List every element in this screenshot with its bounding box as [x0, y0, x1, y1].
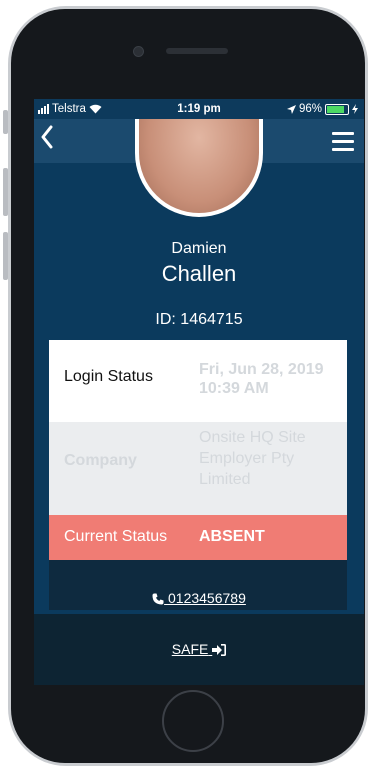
- company-row: Company Onsite HQ Site Employer Pty Limi…: [49, 422, 347, 515]
- last-name: Challen: [161, 261, 237, 286]
- first-name: Damien: [171, 240, 227, 257]
- phone-icon: [152, 593, 164, 605]
- phone-link[interactable]: 0123456789: [34, 590, 364, 606]
- battery-percent: 96%: [298, 103, 322, 115]
- volume-down-button: [3, 232, 8, 280]
- location-arrow-icon: [286, 104, 296, 114]
- status-right: 96%: [286, 103, 358, 115]
- earpiece-speaker: [166, 48, 228, 54]
- charging-bolt-icon: [352, 104, 358, 114]
- login-status-label: Login Status: [64, 368, 153, 385]
- login-status-row: Login Status Fri, Jun 28, 2019 10:39 AM: [49, 340, 347, 422]
- safe-button[interactable]: SAFE: [34, 641, 364, 657]
- phone-number: 0123456789: [168, 590, 246, 606]
- status-card: Login Status Fri, Jun 28, 2019 10:39 AM …: [49, 340, 347, 560]
- employee-id: ID: 1464715: [155, 311, 243, 328]
- sign-in-icon: [212, 644, 227, 656]
- safe-label: SAFE: [171, 641, 209, 657]
- profile-content: Damien Challen ID: 1464715 Login Status …: [34, 119, 364, 685]
- company-label: Company: [64, 452, 137, 469]
- status-bar: Telstra 1:19 pm 96%: [34, 99, 364, 119]
- mute-switch: [3, 110, 8, 134]
- avatar: [135, 119, 263, 217]
- battery-icon: [325, 103, 349, 115]
- volume-up-button: [3, 168, 8, 216]
- hamburger-menu-icon[interactable]: [332, 132, 354, 156]
- app-screen: Telstra 1:19 pm 96% Profile Damien Chall…: [34, 99, 364, 685]
- current-status-value: ABSENT: [199, 528, 265, 545]
- profile-photo: [139, 119, 259, 213]
- current-status-row: Current Status ABSENT: [49, 515, 347, 560]
- home-button[interactable]: [162, 690, 224, 752]
- company-value: Onsite HQ Site Employer Pty Limited: [199, 429, 306, 488]
- current-status-label: Current Status: [64, 528, 168, 545]
- front-camera: [133, 46, 144, 57]
- login-status-value: Fri, Jun 28, 2019 10:39 AM: [199, 361, 324, 397]
